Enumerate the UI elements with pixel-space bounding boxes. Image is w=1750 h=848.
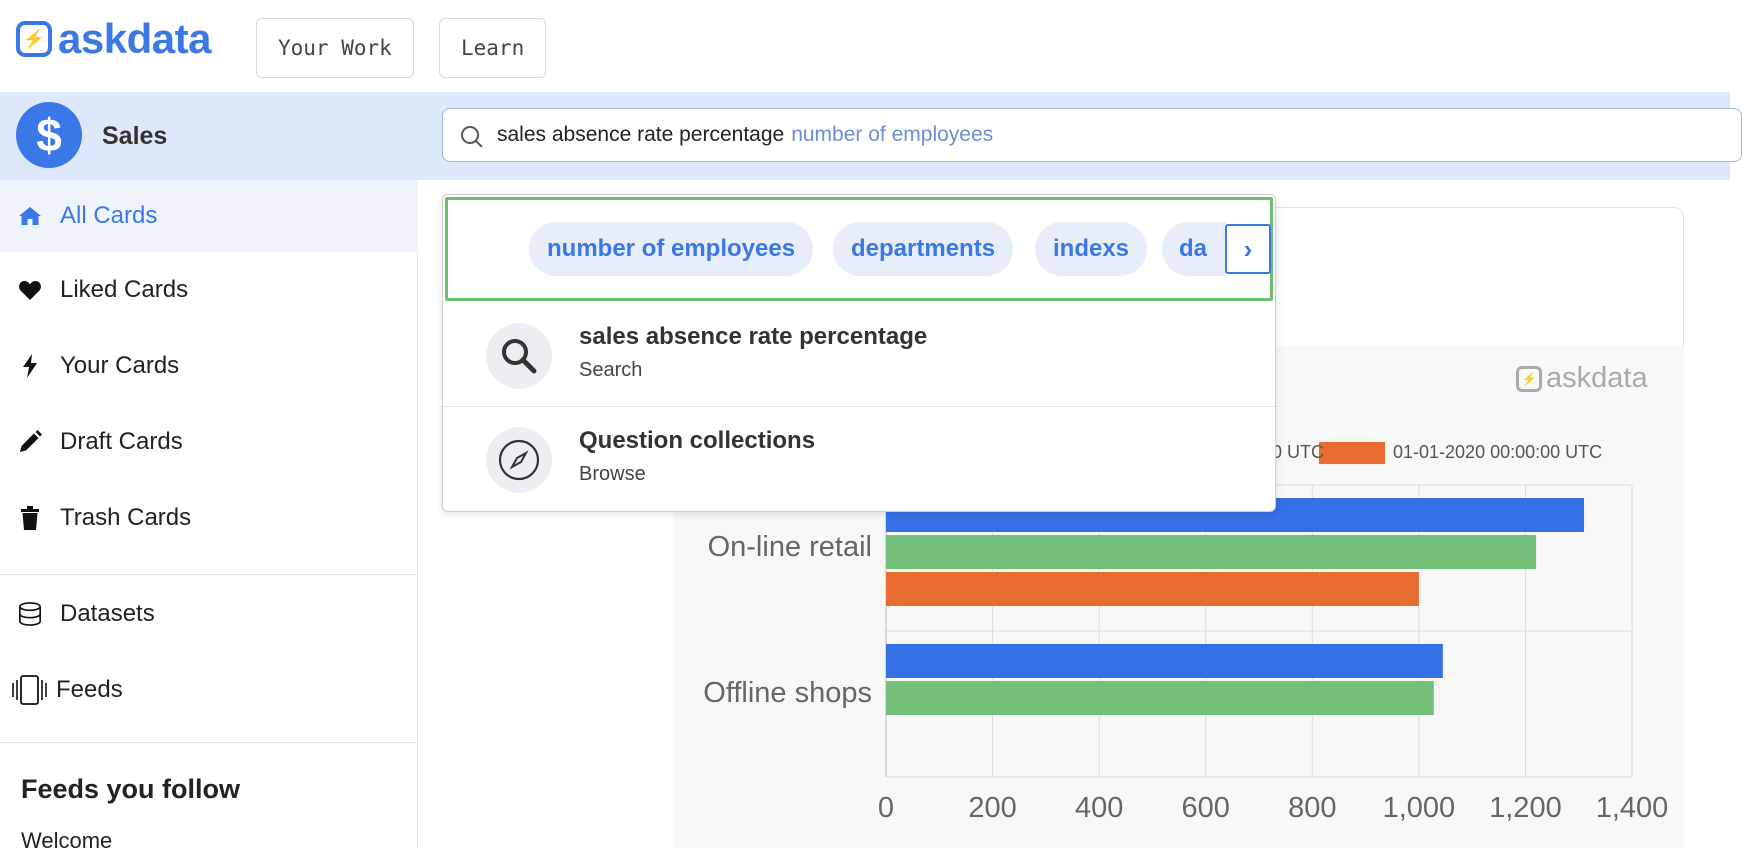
search-typed-text: sales absence rate percentage (497, 123, 785, 146)
suggestion-browse-result[interactable]: Question collections Browse (443, 407, 1275, 511)
sidebar-item-datasets[interactable]: Datasets (0, 578, 418, 650)
logo-bolt-icon: ⚡ (16, 21, 52, 57)
followed-feed-welcome[interactable]: Welcome (21, 828, 112, 848)
suggestion-chip[interactable]: number of employees (529, 222, 814, 276)
sidebar-item-label: Datasets (60, 600, 155, 627)
x-tick-label: 1,400 (1596, 792, 1669, 824)
suggestion-chip[interactable]: departments (833, 222, 1014, 276)
bar (886, 681, 1434, 715)
x-tick-label: 600 (1182, 792, 1230, 824)
result-title: sales absence rate percentage (579, 323, 928, 350)
sidebar-item-label: All Cards (60, 202, 158, 229)
sidebar-divider (0, 742, 418, 743)
compass-icon (486, 427, 552, 493)
heart-icon (18, 278, 42, 302)
sidebar-item-all-cards[interactable]: All Cards (0, 180, 418, 252)
bar (886, 572, 1419, 606)
feeds-you-follow-title: Feeds you follow (21, 774, 241, 804)
learn-button[interactable]: Learn (439, 18, 547, 78)
y-category-label: On-line retail (708, 531, 872, 563)
home-icon (18, 204, 42, 228)
legend-label-partial: 0 UTC (1272, 442, 1324, 462)
suggestion-chips-row: number of employees departments indexs d… (445, 197, 1273, 301)
logo-text: askdata (58, 15, 211, 62)
search-inline-suggestion: number of employees (791, 123, 994, 146)
magnifier-icon (486, 323, 552, 389)
sales-avatar-icon[interactable]: $ (16, 102, 82, 168)
askdata-logo[interactable]: ⚡ askdata (16, 18, 211, 60)
legend-label: 01-01-2020 00:00:00 UTC (1393, 442, 1602, 462)
suggestion-chip[interactable]: indexs (1035, 222, 1148, 276)
card-watermark-logo: ⚡ askdata (1516, 362, 1648, 395)
result-subtitle: Search (579, 359, 643, 381)
sidebar-item-feeds[interactable]: Feeds (0, 654, 418, 726)
x-tick-label: 1,200 (1489, 792, 1562, 824)
suggestion-chip[interactable]: da (1162, 222, 1226, 276)
sidebar-item-label: Liked Cards (60, 276, 189, 303)
sidebar-item-label: Your Cards (60, 352, 180, 379)
sidebar-item-draft-cards[interactable]: Draft Cards (0, 406, 418, 478)
x-tick-label: 1,000 (1383, 792, 1456, 824)
top-bar: ⚡ askdata Your Work Learn (0, 0, 1750, 92)
watermark-text: askdata (1546, 362, 1648, 394)
sidebar-item-label: Feeds (56, 676, 123, 703)
result-subtitle: Browse (579, 463, 646, 485)
x-tick-label: 0 (878, 792, 894, 824)
watermark-bolt-icon: ⚡ (1516, 365, 1542, 392)
workspace-name[interactable]: Sales (102, 122, 167, 151)
legend-swatch (1319, 442, 1385, 464)
search-suggestions-dropdown: number of employees departments indexs d… (442, 194, 1276, 512)
bolt-icon (18, 354, 42, 378)
sidebar-item-label: Draft Cards (60, 428, 183, 455)
x-tick-label: 200 (968, 792, 1016, 824)
workspace-bar: $ Sales sales absence rate percentage nu… (0, 92, 1742, 180)
x-tick-label: 800 (1288, 792, 1336, 824)
your-work-button[interactable]: Your Work (256, 18, 414, 78)
sidebar-item-trash-cards[interactable]: Trash Cards (0, 482, 418, 554)
result-title: Question collections (579, 427, 816, 454)
x-tick-label: 400 (1075, 792, 1123, 824)
sidebar-item-label: Trash Cards (60, 504, 192, 531)
bar (886, 644, 1443, 678)
bar (886, 535, 1537, 569)
sidebar-divider (0, 574, 418, 575)
suggestion-search-result[interactable]: sales absence rate percentage Search (443, 303, 1275, 407)
database-icon (18, 602, 42, 626)
feeds-icon (10, 675, 50, 705)
sidebar-item-your-cards[interactable]: Your Cards (0, 330, 418, 402)
pencil-icon (18, 430, 42, 454)
chevron-right-icon[interactable]: › (1225, 224, 1271, 274)
search-input[interactable]: sales absence rate percentage number of … (442, 108, 1742, 162)
y-category-label: Offline shops (703, 677, 872, 709)
sidebar-item-liked-cards[interactable]: Liked Cards (0, 254, 418, 326)
search-icon (461, 126, 479, 144)
sidebar: All Cards Liked Cards Your Cards Draft C… (0, 180, 418, 848)
trash-icon (18, 506, 42, 530)
